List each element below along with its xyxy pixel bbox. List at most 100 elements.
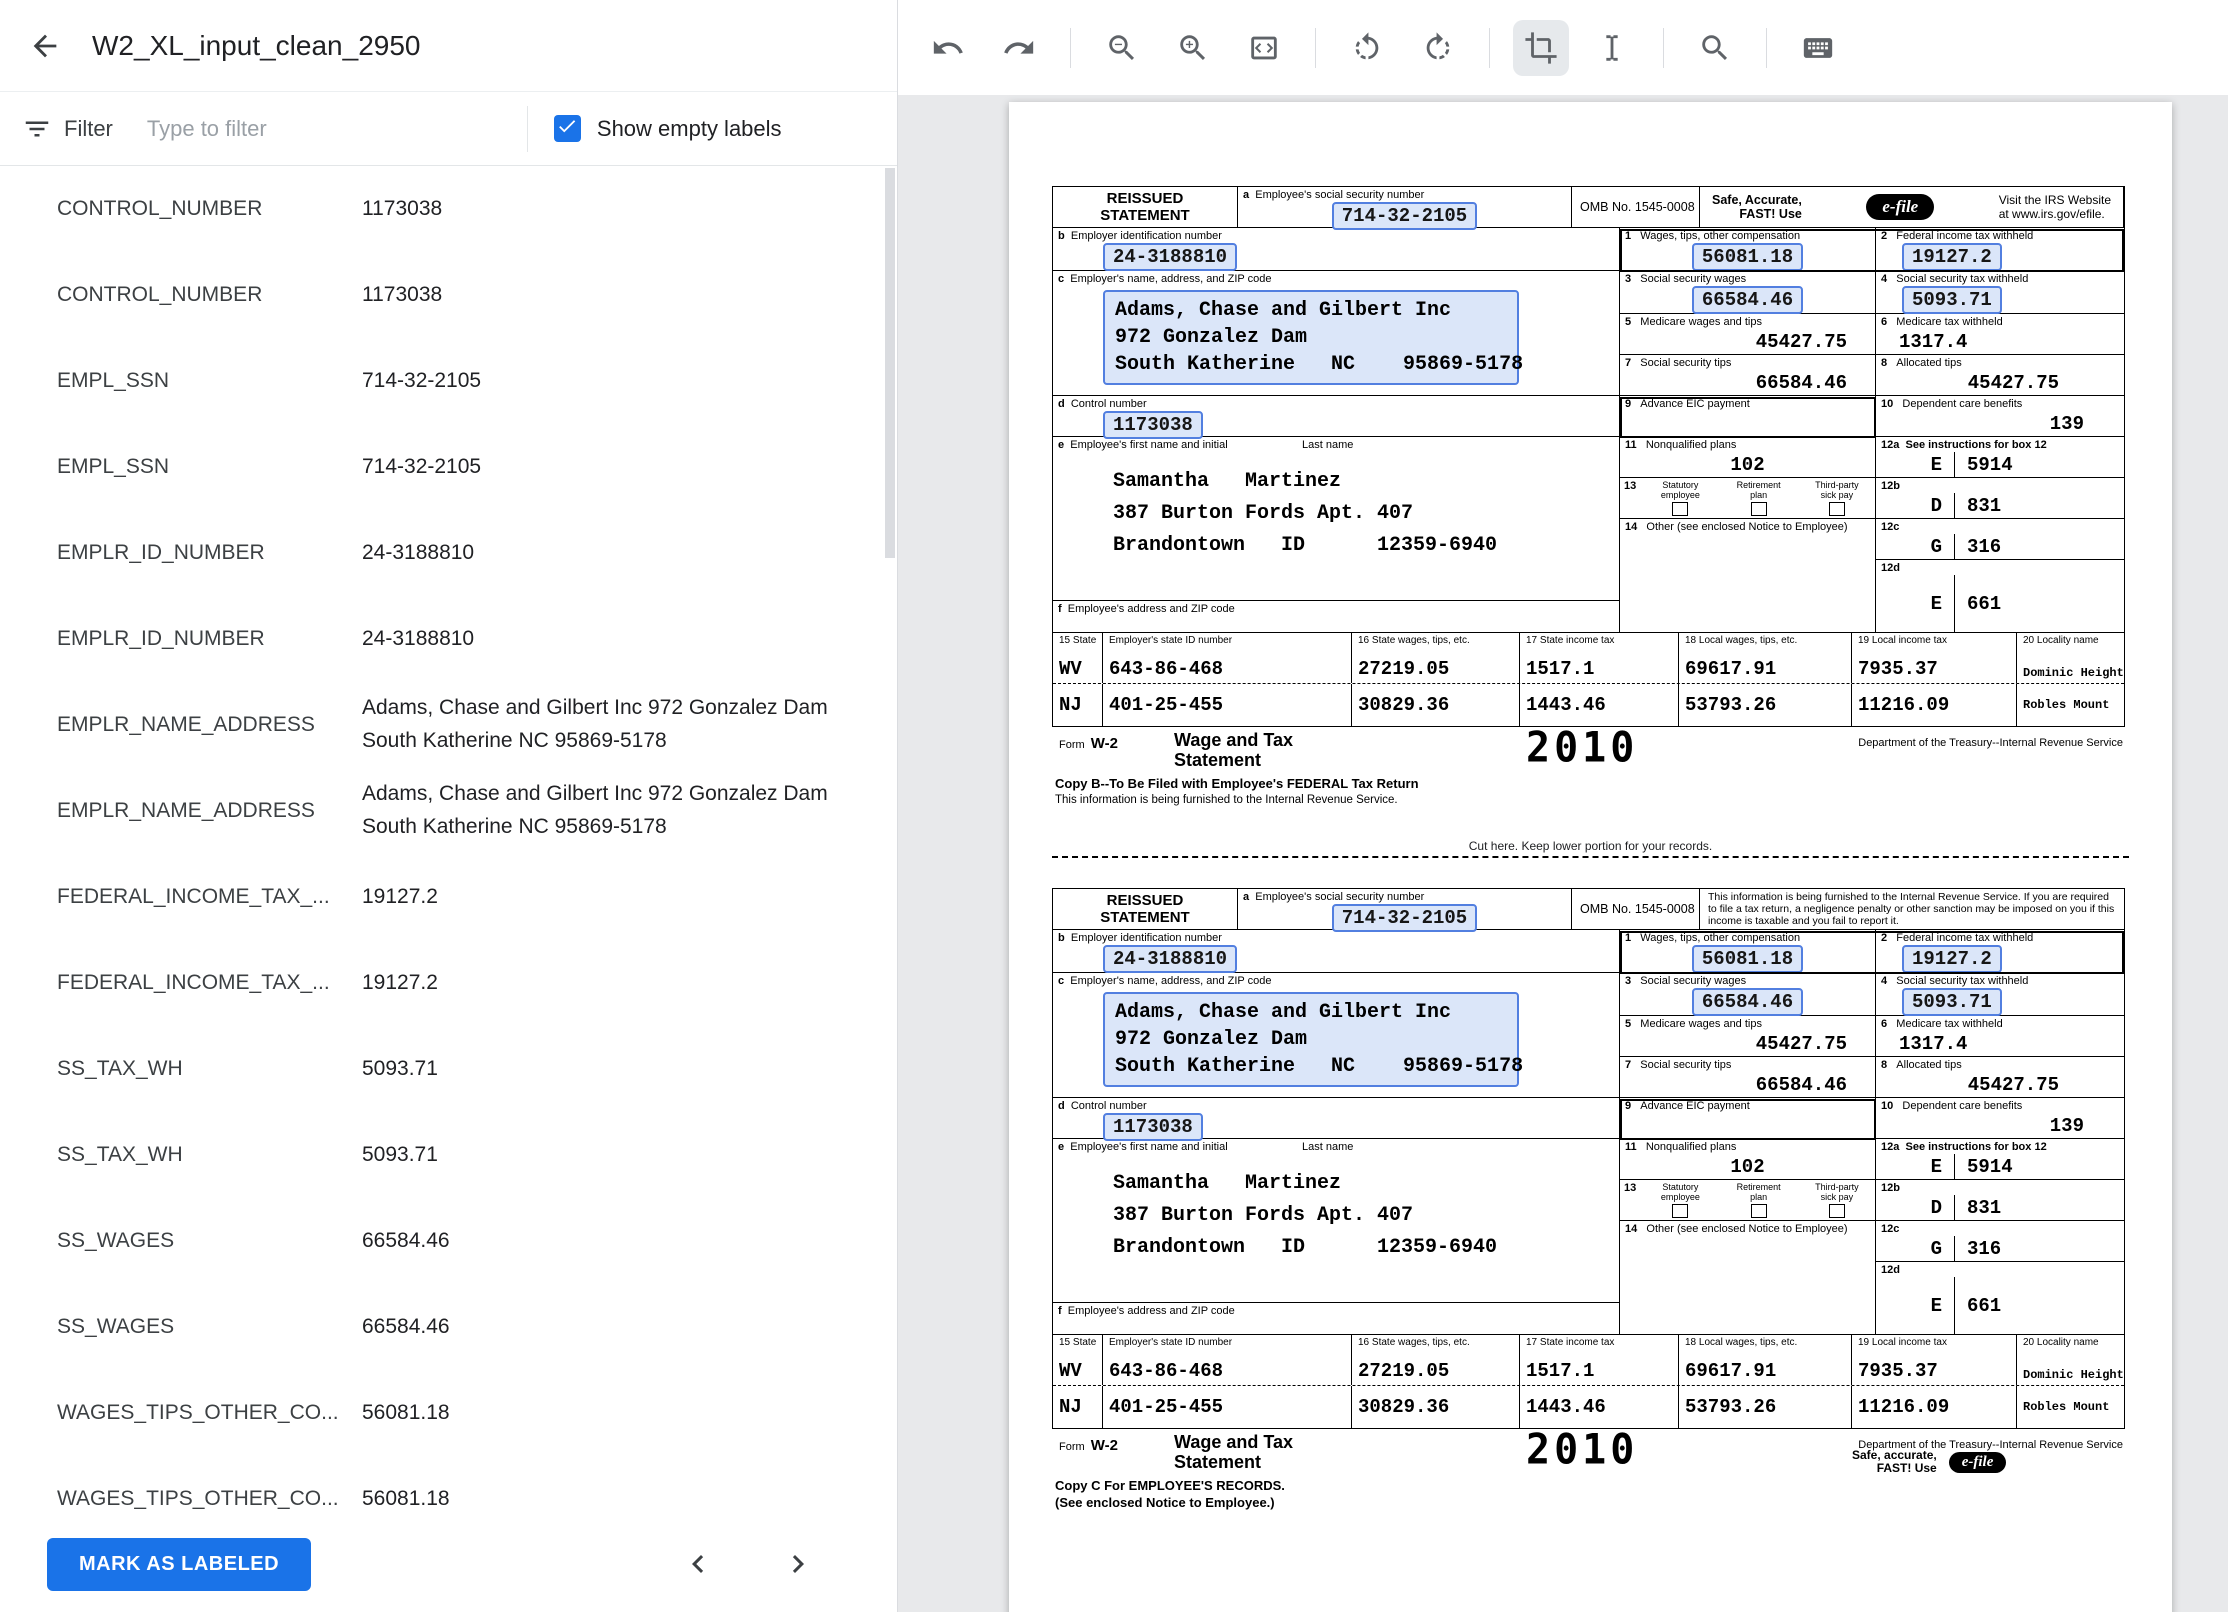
state-cell: 17 State income tax 1517.1 [1520,1335,1679,1385]
state-tax-table: 15 State WV Employer's state ID number 643… [1053,632,2124,726]
label-row[interactable]: EMPLR_ID_NUMBER 24-3188810 [0,510,897,596]
label-row[interactable]: EMPLR_ID_NUMBER 24-3188810 [0,596,897,682]
employer-address-highlight[interactable]: Adams, Chase and Gilbert Inc 972 Gonzale… [1103,992,1523,1087]
retirement-plan-checkbox[interactable] [1750,1204,1767,1218]
scrollbar-thumb[interactable] [885,168,895,558]
show-empty-labels-checkbox[interactable] [553,115,581,142]
box-2-highlight[interactable]: 19127.2 [1902,945,2002,973]
reissued-statement-label: REISSUED STATEMENT [1053,187,1238,227]
state-cell: 11216.09 [1852,1386,2017,1428]
label-row[interactable]: SS_TAX_WH 5093.71 [0,1112,897,1198]
app-window: W2_XL_input_clean_2950 Filter Show empty… [0,0,2228,1612]
box-2-highlight[interactable]: 19127.2 [1902,243,2002,271]
box-1: 1 Wages, tips, other compensation 56081.… [1620,228,1875,271]
label-value: 1173038 [362,196,443,220]
rotate-right-button[interactable] [1410,20,1466,76]
ein-highlight[interactable]: 24-3188810 [1103,945,1238,973]
box-12d: 12d E 661 [1876,1262,2124,1334]
box-3-highlight[interactable]: 66584.46 [1691,286,1804,314]
box-1-highlight[interactable]: 56081.18 [1691,945,1804,973]
undo-button[interactable] [920,20,976,76]
rotate-left-button[interactable] [1339,20,1395,76]
box-8: 8 Allocated tips 45427.75 [1876,1057,2124,1098]
box-3: 3 Social security wages 66584.46 [1620,271,1875,314]
box-3-highlight[interactable]: 66584.46 [1691,988,1804,1016]
label-row[interactable]: CONTROL_NUMBER 1173038 [0,252,897,338]
label-row[interactable]: CONTROL_NUMBER 1173038 [0,166,897,252]
employee-name-address: Samantha Martinez 387 Burton Fords Apt. … [1113,1172,1498,1259]
box-13-checkboxes: 13 Statutory employee Retirement plan Thir… [1620,478,1875,519]
box-4-highlight[interactable]: 5093.71 [1902,988,2002,1016]
ssn-highlight[interactable]: 714-32-2105 [1331,904,1478,932]
label-row[interactable]: SS_TAX_WH 5093.71 [0,1026,897,1112]
next-page-button[interactable] [780,1546,816,1582]
control-number-highlight[interactable]: 1173038 [1103,1113,1203,1141]
state-cell: Robles Mount [2023,1399,2110,1414]
state-tax-table: 15 State WV Employer's state ID number 643… [1053,1334,2124,1428]
document-viewer: REISSUED STATEMENT a Employee's social s… [898,0,2228,1612]
third-party-sick-pay-checkbox[interactable] [1828,502,1845,516]
ein-highlight[interactable]: 24-3188810 [1103,243,1238,271]
label-row[interactable]: EMPLR_NAME_ADDRESS Adams, Chase and Gilb… [0,682,897,768]
filter-input[interactable] [146,115,527,142]
state-cell: 401-25-455 [1103,684,1352,726]
box-a-ssn: a Employee's social security number 714-… [1238,889,1572,932]
statutory-employee-checkbox[interactable] [1672,1204,1689,1218]
mark-as-labeled-button[interactable]: MARK AS LABELED [47,1537,312,1591]
label-value: 1173038 [362,282,443,306]
previous-page-button[interactable] [680,1546,716,1582]
box-13-checkboxes: 13 Statutory employee Retirement plan Thir… [1620,1180,1875,1221]
state-cell: NJ [1053,1386,1103,1428]
label-row[interactable]: EMPL_SSN 714-32-2105 [0,338,897,424]
w2-form: REISSUED STATEMENT a Employee's social s… [1052,888,2125,1521]
label-row[interactable]: SS_WAGES 66584.46 [0,1198,897,1284]
label-name: EMPL_SSN [57,455,170,478]
third-party-sick-pay-checkbox[interactable] [1828,1204,1845,1218]
retirement-plan-checkbox[interactable] [1750,502,1767,516]
code-view-button[interactable] [1236,20,1292,76]
box-1-highlight[interactable]: 56081.18 [1691,243,1804,271]
state-cell: NJ [1053,684,1103,726]
statutory-employee-checkbox[interactable] [1672,502,1689,516]
box-4: 4 Social security tax withheld 5093.71 [1876,973,2124,1016]
control-number-highlight[interactable]: 1173038 [1103,411,1203,439]
label-row[interactable]: FEDERAL_INCOME_TAX_... 19127.2 [0,854,897,940]
label-row[interactable]: EMPL_SSN 714-32-2105 [0,424,897,510]
zoom-in-button[interactable] [1165,20,1221,76]
box-6: 6 Medicare tax withheld 1317.4 [1876,314,2124,355]
toolbar-separator [1315,27,1316,68]
label-value: 19127.2 [362,970,438,994]
box-2: 2 Federal income tax withheld 19127.2 [1876,930,2124,973]
employer-address-highlight[interactable]: Adams, Chase and Gilbert Inc 972 Gonzale… [1103,290,1523,385]
text-selection-button[interactable] [1584,20,1640,76]
ssn-highlight[interactable]: 714-32-2105 [1331,202,1478,230]
label-row[interactable]: FEDERAL_INCOME_TAX_... 19127.2 [0,940,897,1026]
redo-button[interactable] [991,20,1047,76]
label-value: 66584.46 [362,1228,450,1252]
box-4-highlight[interactable]: 5093.71 [1902,286,2002,314]
zoom-out-button[interactable] [1094,20,1150,76]
box-2: 2 Federal income tax withheld 19127.2 [1876,228,2124,271]
crop-button[interactable] [1513,19,1569,76]
search-button[interactable] [1687,20,1743,76]
chevron-right-icon [792,1555,804,1573]
filter-bar: Filter Show empty labels [0,92,897,166]
label-name: EMPL_SSN [57,369,170,392]
label-name: SS_WAGES [57,1229,175,1252]
crop-icon [1525,31,1557,64]
back-button[interactable] [28,29,62,63]
code-view-icon [1251,36,1277,59]
pagination [680,1546,856,1582]
zoom-in-icon [1180,34,1206,60]
keyboard-button[interactable] [1790,20,1846,76]
document-canvas[interactable]: REISSUED STATEMENT a Employee's social s… [898,95,2228,1612]
toolbar-separator [1663,27,1664,68]
label-name: SS_TAX_WH [57,1057,183,1080]
state-cell: 15 State WV [1053,1335,1103,1385]
label-row[interactable]: SS_WAGES 66584.46 [0,1284,897,1370]
label-value: Adams, Chase and Gilbert Inc 972 Gonzale… [362,696,828,752]
label-row[interactable]: WAGES_TIPS_OTHER_CO... 56081.18 [0,1370,897,1456]
box-11: 11 Nonqualified plans 102 [1620,1139,1875,1180]
label-row[interactable]: EMPLR_NAME_ADDRESS Adams, Chase and Gilb… [0,768,897,854]
label-value: 24-3188810 [362,626,475,650]
